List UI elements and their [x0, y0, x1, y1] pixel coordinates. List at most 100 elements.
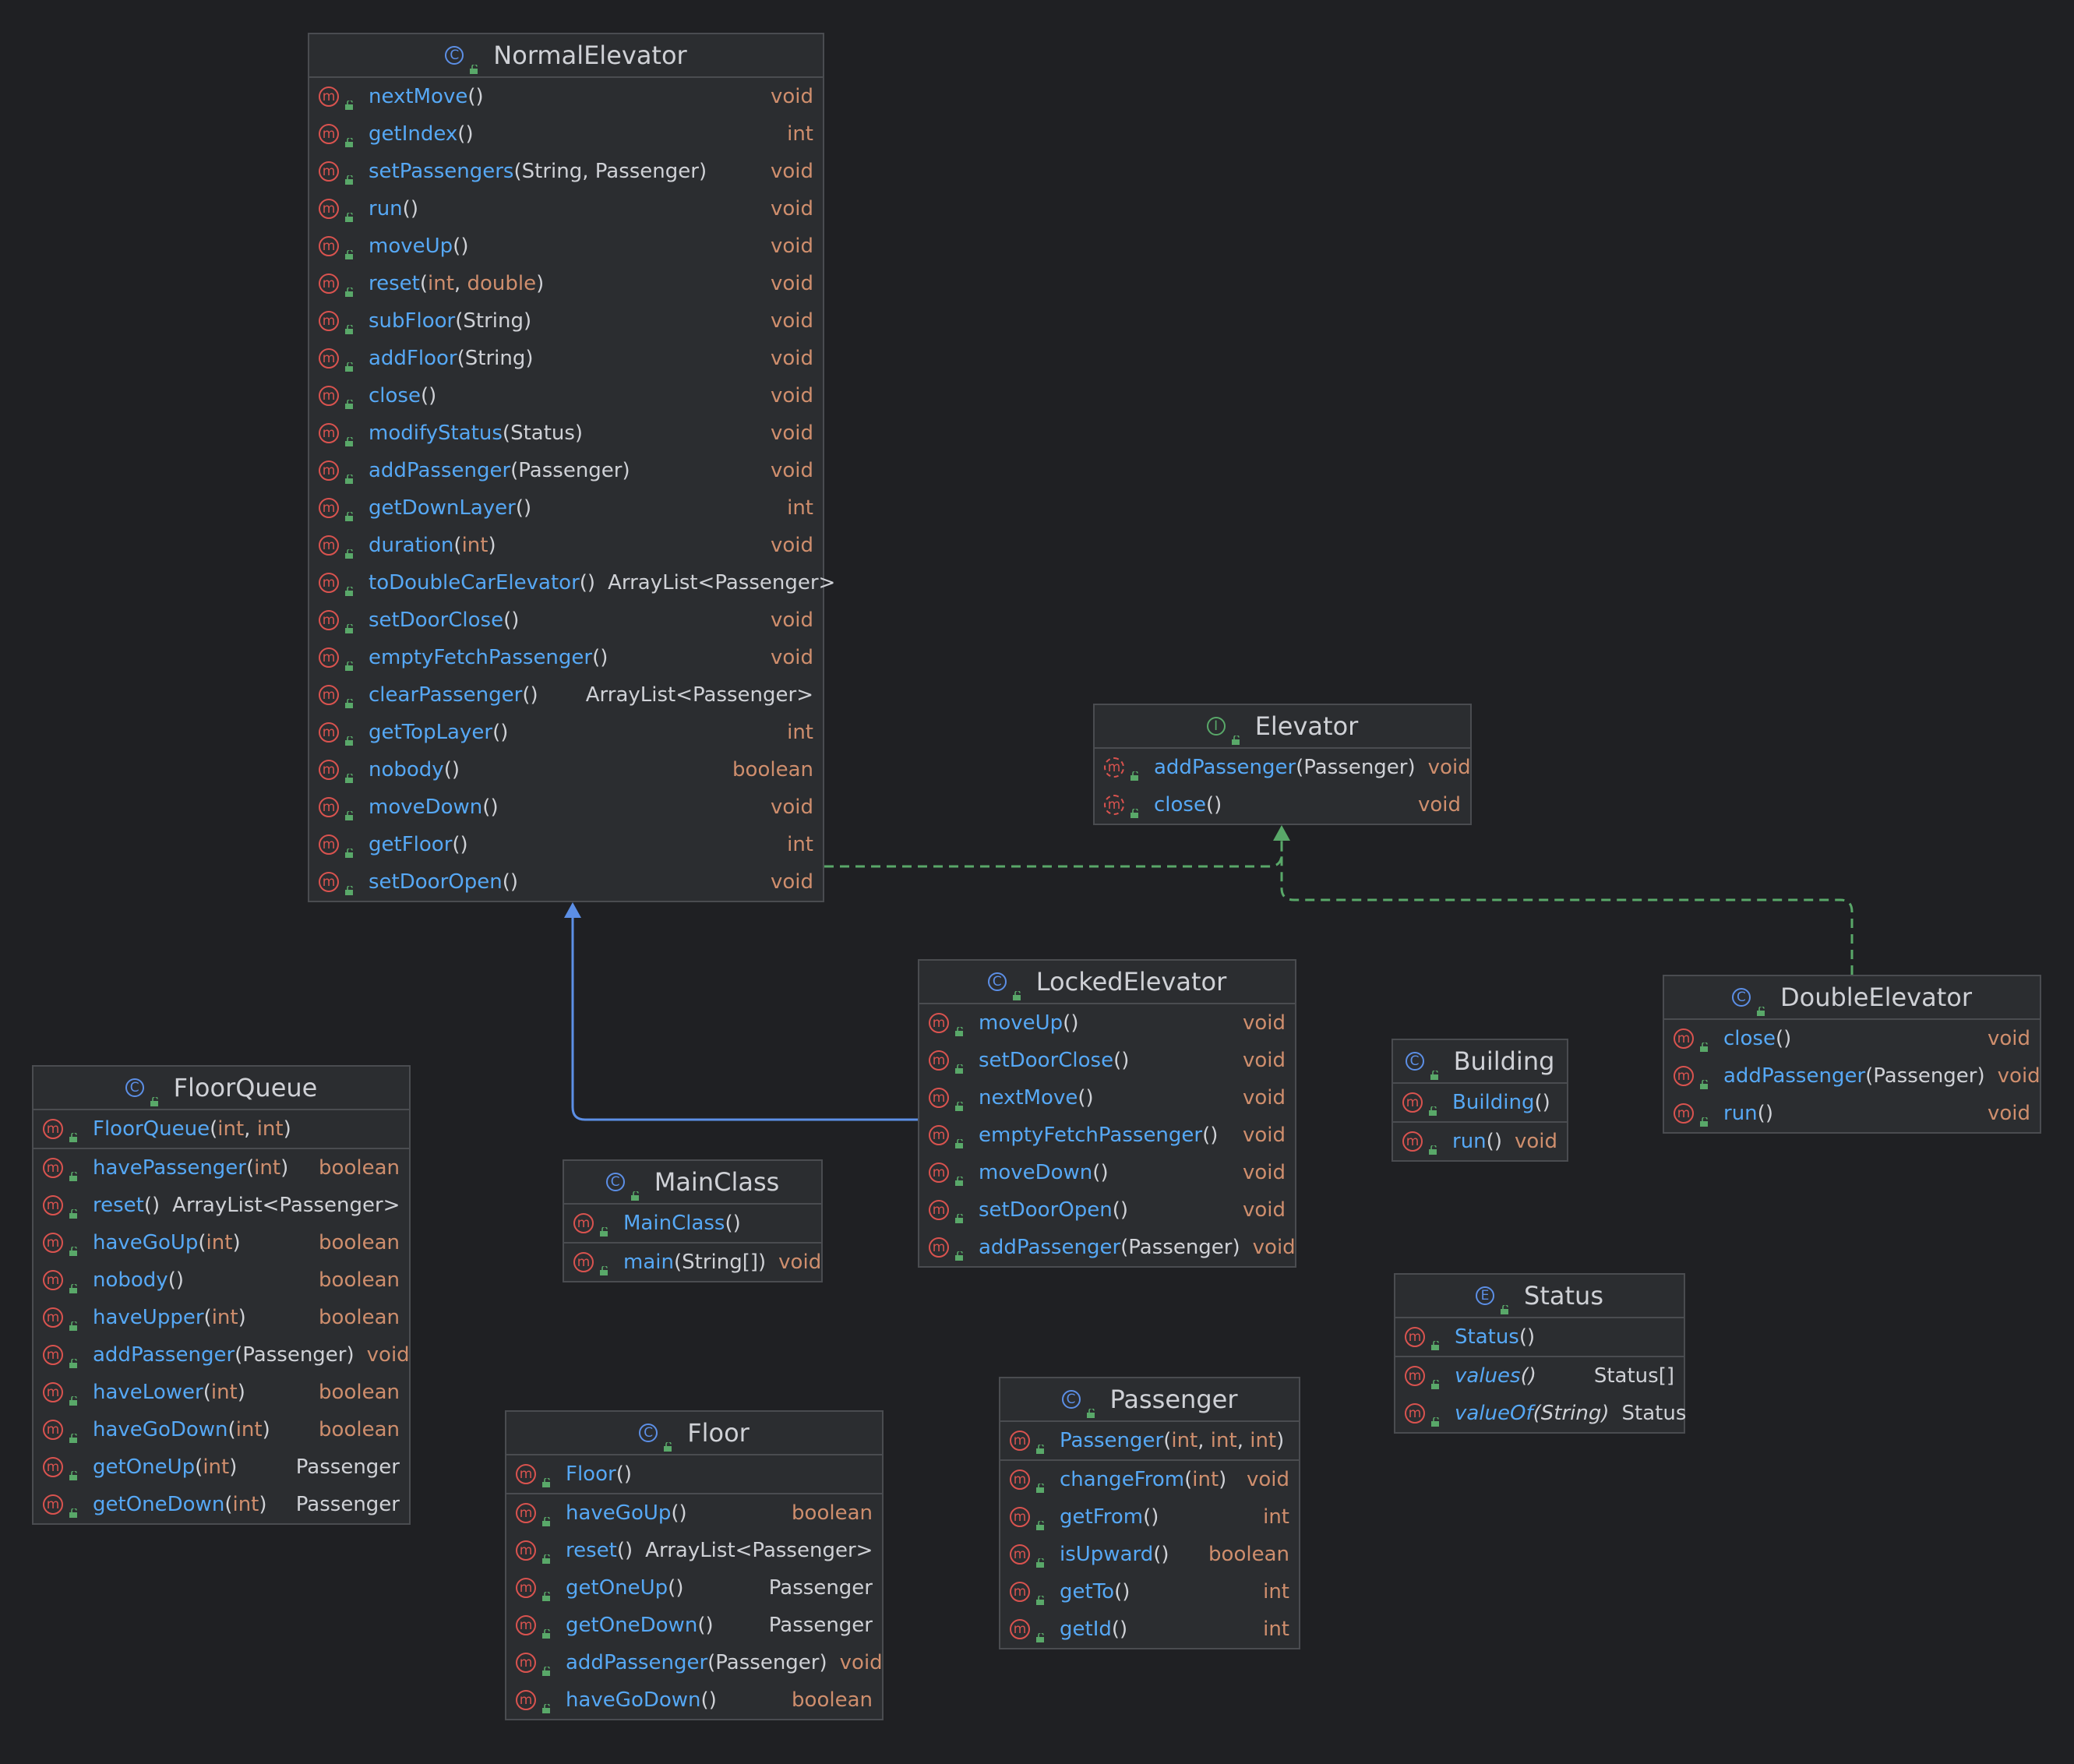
method-row-have-passenger[interactable]: m havePassenger (int) boolean: [34, 1149, 409, 1187]
method-name: getFloor: [369, 833, 453, 856]
method-row-have-go-down[interactable]: m haveGoDown (int) boolean: [34, 1411, 409, 1448]
method-row-nobody[interactable]: m nobody() boolean: [309, 751, 823, 789]
return-type: Status: [1621, 1402, 1687, 1425]
method-row-modify-status[interactable]: m modifyStatus (Status) void: [309, 415, 823, 452]
method-row-values[interactable]: m values() Status[]: [1395, 1357, 1684, 1395]
class-title: Status: [1524, 1281, 1603, 1311]
method-params: (): [420, 384, 437, 407]
method-row-get-one-down[interactable]: m getOneDown() Passenger: [506, 1607, 882, 1644]
method-row-building[interactable]: m Building(): [1393, 1084, 1567, 1121]
class-box-elevator[interactable]: I Elevator m addPassenger (Passenger) void m cl…: [1093, 704, 1472, 825]
method-row-get-one-up[interactable]: m getOneUp (int) Passenger: [34, 1448, 409, 1486]
method-row-have-go-down[interactable]: m haveGoDown() boolean: [506, 1681, 882, 1719]
method-row-get-id[interactable]: m getId() int: [1000, 1611, 1299, 1648]
method-row-get-down-layer[interactable]: m getDownLayer() int: [309, 489, 823, 527]
method-row-set-passengers[interactable]: m setPassengers (String, Passenger) void: [309, 153, 823, 190]
method-row-floor[interactable]: m Floor(): [506, 1455, 882, 1493]
method-row-set-door-open[interactable]: m setDoorOpen() void: [309, 863, 823, 901]
method-row-duration[interactable]: m duration (int) void: [309, 527, 823, 564]
method-row-get-index[interactable]: m getIndex() int: [309, 115, 823, 153]
method-row-is-upward[interactable]: m isUpward() boolean: [1000, 1536, 1299, 1573]
class-box-floor-queue[interactable]: C FloorQueue m FloorQueue (int, int) m havePas…: [32, 1065, 411, 1525]
return-type: boolean: [319, 1381, 400, 1404]
class-box-main-class[interactable]: C MainClass m MainClass() m main (String[]) voi…: [563, 1159, 823, 1282]
method-params: (): [143, 1194, 160, 1217]
method-row-sub-floor[interactable]: m subFloor (String) void: [309, 302, 823, 340]
method-row-change-from[interactable]: m changeFrom (int) void: [1000, 1461, 1299, 1498]
method-row-have-go-up[interactable]: m haveGoUp (int) boolean: [34, 1224, 409, 1261]
method-row-add-passenger[interactable]: m addPassenger (Passenger) void: [1664, 1057, 2040, 1095]
method-name: haveLower: [93, 1381, 203, 1404]
method-row-get-top-layer[interactable]: m getTopLayer() int: [309, 714, 823, 751]
class-box-normal-elevator[interactable]: C NormalElevator m nextMove() void m getIndex(…: [308, 33, 835, 902]
class-box-building[interactable]: C Building m Building() m run() void: [1391, 1039, 1568, 1162]
method-section: m moveUp() void m setDoorClose() void m nextMov…: [919, 1004, 1296, 1266]
method-row-get-from[interactable]: m getFrom() int: [1000, 1498, 1299, 1536]
method-row-move-up[interactable]: m moveUp() void: [309, 228, 823, 265]
method-row-run[interactable]: m run() void: [1664, 1095, 2040, 1132]
method-row-main-class[interactable]: m MainClass(): [564, 1205, 821, 1242]
method-row-have-go-up[interactable]: m haveGoUp() boolean: [506, 1494, 882, 1532]
method-row-run[interactable]: m run() void: [309, 190, 823, 228]
method-row-close[interactable]: m close() void: [309, 377, 823, 415]
method-row-floor-queue[interactable]: m FloorQueue (int, int): [34, 1110, 409, 1148]
method-row-add-floor[interactable]: m addFloor (String) void: [309, 340, 823, 377]
return-type: void: [770, 85, 813, 108]
public-visibility-icon: [69, 1350, 80, 1368]
class-box-status[interactable]: E Status m Status() m values() Status[] m valueO…: [1394, 1273, 1687, 1434]
method-row-passenger[interactable]: m Passenger (int, int, int): [1000, 1422, 1299, 1459]
public-visibility-icon: [69, 1275, 80, 1293]
return-type: ArrayList<Passenger>: [645, 1539, 873, 1562]
method-row-have-lower[interactable]: m haveLower (int) boolean: [34, 1374, 409, 1411]
class-box-locked-elevator[interactable]: C LockedElevator m moveUp() void m setDoorClos…: [918, 959, 1296, 1268]
method-row-main[interactable]: m main (String[]) void: [564, 1244, 821, 1281]
method-row-get-one-down[interactable]: m getOneDown (int) Passenger: [34, 1486, 409, 1523]
class-box-floor[interactable]: C Floor m Floor() m haveGoUp() boolean m reset()…: [505, 1410, 884, 1720]
class-box-passenger[interactable]: C Passenger m Passenger (int, int, int) m chan…: [999, 1377, 1300, 1649]
method-name: getFrom: [1060, 1505, 1144, 1529]
method-row-set-door-close[interactable]: m setDoorClose() void: [919, 1042, 1295, 1079]
method-row-move-down[interactable]: m moveDown() void: [919, 1154, 1295, 1191]
method-row-close[interactable]: m close() void: [1664, 1020, 2040, 1057]
method-row-have-upper[interactable]: m haveUpper (int) boolean: [34, 1299, 409, 1336]
method-row-status[interactable]: m Status(): [1395, 1318, 1684, 1356]
return-type: void: [1427, 756, 1471, 779]
method-row-nobody[interactable]: m nobody() boolean: [34, 1261, 409, 1299]
class-title: LockedElevator: [1035, 967, 1227, 997]
method-row-empty-fetch-passenger[interactable]: m emptyFetchPassenger() void: [309, 639, 823, 676]
public-visibility-icon: [955, 1205, 966, 1223]
method-row-add-passenger[interactable]: m addPassenger (Passenger) void: [506, 1644, 883, 1681]
method-row-set-door-close[interactable]: m setDoorClose() void: [309, 602, 823, 639]
method-row-next-move[interactable]: m nextMove() void: [309, 78, 823, 115]
return-type: void: [770, 309, 813, 333]
method-params: (): [1092, 1161, 1109, 1184]
method-row-clear-passenger[interactable]: m clearPassenger() ArrayList<Passenger>: [309, 676, 823, 714]
method-row-get-to[interactable]: m getTo() int: [1000, 1573, 1299, 1611]
method-params: (): [1112, 1198, 1129, 1222]
class-box-double-elevator[interactable]: C DoubleElevator m close() void m addPassenger…: [1663, 975, 2041, 1134]
method-row-run[interactable]: m run() void: [1393, 1123, 1567, 1160]
method-row-get-one-up[interactable]: m getOneUp() Passenger: [506, 1569, 882, 1607]
method-row-next-move[interactable]: m nextMove() void: [919, 1079, 1295, 1117]
method-row-get-floor[interactable]: m getFloor() int: [309, 826, 823, 863]
method-row-set-door-open[interactable]: m setDoorOpen() void: [919, 1191, 1295, 1229]
method-name: nobody: [93, 1268, 168, 1292]
public-visibility-icon: [345, 690, 356, 708]
method-row-to-double-car-elevator[interactable]: m toDoubleCarElevator() ArrayList<Passenge…: [309, 564, 835, 602]
method-row-value-of[interactable]: m valueOf (String) Status: [1395, 1395, 1687, 1432]
public-visibility-icon: [1036, 1625, 1047, 1642]
method-row-add-passenger[interactable]: m addPassenger (Passenger) void: [1095, 749, 1471, 786]
method-row-add-passenger[interactable]: m addPassenger (Passenger) void: [34, 1336, 410, 1374]
return-type: void: [1246, 1468, 1289, 1491]
method-row-move-down[interactable]: m moveDown() void: [309, 789, 823, 826]
method-name: getOneUp: [93, 1455, 196, 1479]
method-row-empty-fetch-passenger[interactable]: m emptyFetchPassenger() void: [919, 1117, 1295, 1154]
method-row-move-up[interactable]: m moveUp() void: [919, 1004, 1295, 1042]
method-row-reset[interactable]: m reset (int, double) void: [309, 265, 823, 302]
method-row-add-passenger[interactable]: m addPassenger (Passenger) void: [309, 452, 823, 489]
method-row-reset[interactable]: m reset() ArrayList<Passenger>: [34, 1187, 409, 1224]
method-row-close[interactable]: m close() void: [1095, 786, 1470, 824]
method-name: getOneUp: [566, 1576, 668, 1600]
method-row-reset[interactable]: m reset() ArrayList<Passenger>: [506, 1532, 882, 1569]
method-row-add-passenger[interactable]: m addPassenger (Passenger) void: [919, 1229, 1296, 1266]
